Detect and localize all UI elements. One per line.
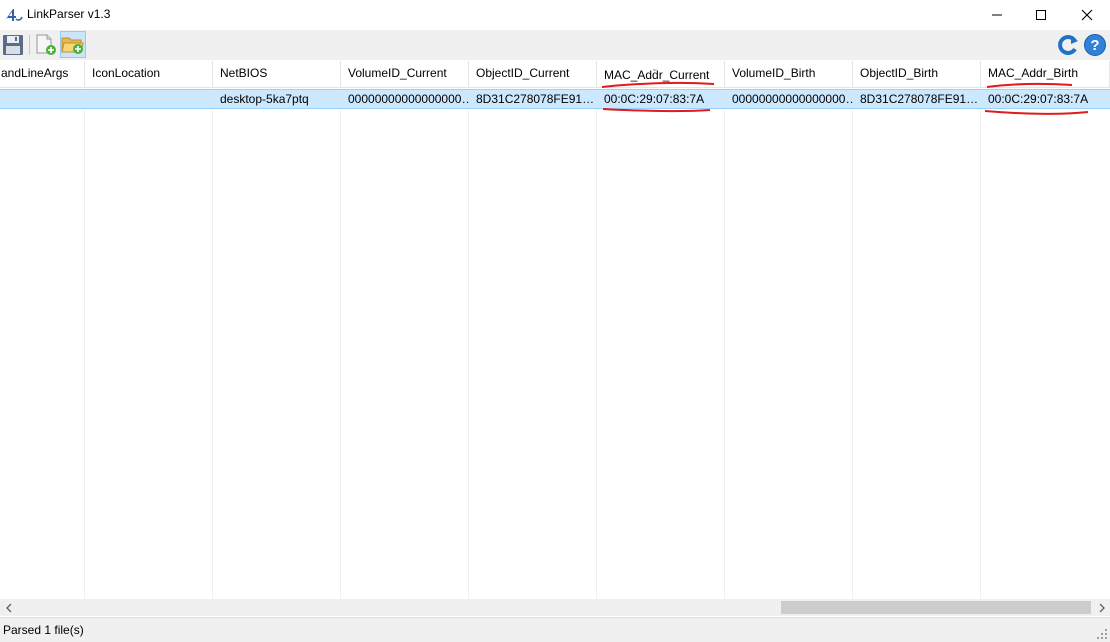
- open-folder-button[interactable]: [60, 31, 86, 58]
- cell-mac-addr-current: 00:0C:29:07:83:7A: [604, 92, 705, 106]
- column-divider: [84, 88, 85, 599]
- svg-text:?: ?: [1090, 37, 1099, 54]
- help-icon: ?: [1084, 33, 1106, 56]
- close-button[interactable]: [1064, 0, 1110, 30]
- title-bar: LinkParser v1.3: [0, 0, 1110, 30]
- new-file-button[interactable]: [33, 31, 59, 58]
- minimize-button[interactable]: [974, 0, 1020, 30]
- horizontal-scrollbar[interactable]: [0, 599, 1110, 616]
- cell-iconlocation: [85, 90, 213, 108]
- column-header-iconlocation[interactable]: IconLocation: [85, 61, 213, 88]
- sort-indicator-icon: ⌄: [651, 63, 659, 73]
- column-divider: [596, 88, 597, 599]
- save-button[interactable]: [0, 31, 26, 58]
- scroll-right-button[interactable]: [1093, 599, 1110, 616]
- save-icon: [3, 34, 23, 55]
- cell-netbios: desktop-5ka7ptq: [220, 92, 309, 106]
- column-header-objectid-birth[interactable]: ObjectID_Birth: [853, 61, 981, 88]
- toolbar-separator: [29, 35, 30, 55]
- column-divider: [852, 88, 853, 599]
- status-text: Parsed 1 file(s): [3, 623, 84, 637]
- cell-volumeid-current: 00000000000000000…: [348, 92, 469, 106]
- chevron-left-icon: [5, 603, 11, 612]
- column-header-mac-addr-current[interactable]: ⌄ MAC_Addr_Current: [597, 61, 725, 88]
- window-title: LinkParser v1.3: [27, 7, 111, 21]
- column-header-objectid-current[interactable]: ObjectID_Current: [469, 61, 597, 88]
- status-bar: Parsed 1 file(s): [0, 617, 1110, 642]
- column-header-commandlineargs[interactable]: andLineArgs: [0, 61, 85, 88]
- cell-mac-addr-birth: 00:0C:29:07:83:7A: [988, 92, 1089, 106]
- scrollbar-thumb[interactable]: [781, 601, 1091, 614]
- results-grid[interactable]: andLineArgs IconLocation NetBIOS VolumeI…: [0, 61, 1110, 599]
- column-header-netbios[interactable]: NetBIOS: [213, 61, 341, 88]
- column-divider: [980, 88, 981, 599]
- column-header-row: andLineArgs IconLocation NetBIOS VolumeI…: [0, 61, 1110, 88]
- table-row[interactable]: desktop-5ka7ptq 00000000000000000… 8D31C…: [0, 89, 1110, 109]
- refresh-button[interactable]: [1055, 31, 1081, 58]
- maximize-icon: [1036, 10, 1046, 20]
- new-file-icon: [36, 34, 56, 55]
- open-folder-icon: [61, 37, 84, 54]
- cell-objectid-current: 8D31C278078FE91…: [476, 92, 595, 106]
- cell-objectid-birth: 8D31C278078FE91…: [860, 92, 979, 106]
- column-divider: [212, 88, 213, 599]
- column-divider: [468, 88, 469, 599]
- cell-volumeid-birth: 00000000000000000…: [732, 92, 853, 106]
- app-logo-icon: [6, 9, 23, 21]
- column-header-volumeid-current[interactable]: VolumeID_Current: [341, 61, 469, 88]
- chevron-right-icon: [1099, 603, 1105, 612]
- maximize-button[interactable]: [1018, 0, 1064, 30]
- toolbar: ?: [0, 30, 1110, 60]
- column-divider: [340, 88, 341, 599]
- column-header-mac-addr-birth[interactable]: MAC_Addr_Birth: [981, 61, 1110, 88]
- minimize-icon: [992, 14, 1002, 16]
- help-button[interactable]: ?: [1082, 31, 1108, 58]
- scroll-left-button[interactable]: [0, 599, 17, 616]
- column-header-volumeid-birth[interactable]: VolumeID_Birth: [725, 61, 853, 88]
- cell-commandlineargs: [0, 90, 85, 108]
- refresh-icon: [1058, 34, 1078, 55]
- close-icon: [1081, 9, 1093, 21]
- column-divider: [724, 88, 725, 599]
- resize-grip-icon[interactable]: [1096, 628, 1108, 640]
